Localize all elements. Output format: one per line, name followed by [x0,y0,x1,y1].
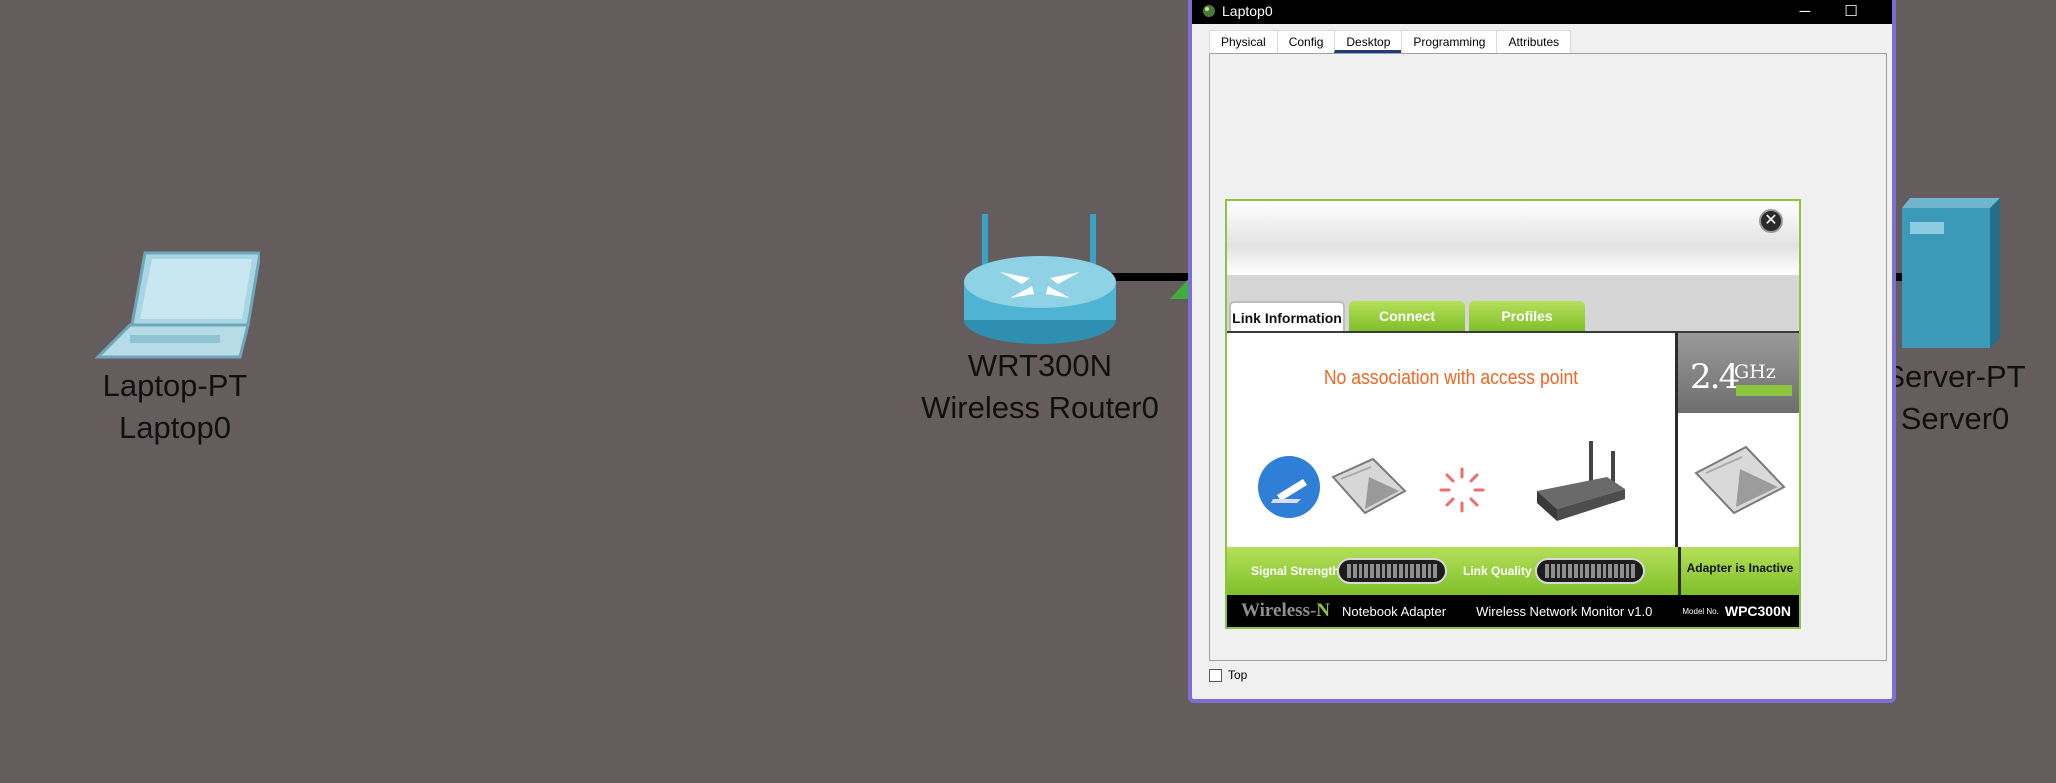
pc-card-icon [1331,457,1407,515]
device-type-label: WRT300N [967,348,1113,383]
brand-prefix: Wireless- [1241,600,1317,621]
adapter-status: Adapter is Inactive [1678,547,1799,595]
tab-config[interactable]: Config [1276,30,1336,53]
monitor-close-button[interactable]: ✕ [1759,209,1783,233]
adapter-card-icon [1694,445,1786,515]
window-tabs: Physical Config Desktop Programming Attr… [1209,30,1572,53]
app-icon [1203,5,1215,17]
top-checkbox[interactable]: Top [1209,668,1247,682]
window-title: Laptop0 [1222,3,1273,19]
top-checkbox-label: Top [1228,668,1248,682]
laptop-icon [94,251,260,359]
link-quality-label: Link Quality [1463,564,1532,578]
checkbox-box[interactable] [1209,668,1222,682]
device-name-label: Server0 [1900,401,2010,436]
brand-suffix: N [1316,600,1331,621]
device-window: Laptop0 ─ ☐ ✕ Physical Config Desktop Pr… [1188,0,1896,703]
device-type-label: Laptop-PT [102,368,248,403]
wireless-monitor: ✕ Link Information Connect Profiles No a… [1225,199,1801,629]
server-device[interactable]: Server-PT Server0 [1880,356,2030,440]
minimize-button[interactable]: ─ [1782,0,1828,24]
server-icon [1902,198,2000,348]
band-panel: 2.4 GHz [1675,331,1799,547]
tab-attributes[interactable]: Attributes [1496,30,1572,53]
close-button[interactable]: ✕ [1874,0,1892,24]
router-icon [964,214,1116,344]
band-value: 2.4 [1690,357,1740,397]
model-number: WPC300N [1724,603,1791,619]
maximize-button[interactable]: ☐ [1828,0,1874,24]
link-quality-meter [1535,558,1645,584]
tab-physical[interactable]: Physical [1209,30,1278,53]
product-name: Notebook Adapter [1342,603,1447,619]
tab-connect[interactable]: Connect [1349,301,1465,331]
laptop-device[interactable]: Laptop-PT Laptop0 [85,245,265,449]
signal-strength-meter [1337,558,1447,584]
band-unit: GHz [1734,361,1776,383]
signal-strength-label: Signal Strength [1251,564,1340,578]
monitor-header [1227,201,1799,275]
tab-profiles[interactable]: Profiles [1469,301,1585,331]
laptop-circle-icon [1258,456,1320,518]
tab-link-information[interactable]: Link Information [1229,301,1345,331]
app-name: Wireless Network Monitor v1.0 [1476,603,1653,619]
tab-programming[interactable]: Programming [1401,30,1498,53]
band-bar [1736,385,1792,396]
desktop-panel: ✕ Link Information Connect Profiles No a… [1209,53,1887,661]
access-point-icon [1537,441,1625,521]
device-name-label: Wireless Router0 [921,390,1159,425]
router-device[interactable]: WRT300N Wireless Router0 [905,210,1175,429]
association-status: No association with access point [1323,367,1579,389]
band-indicator: 2.4 GHz [1678,333,1799,413]
monitor-footer: Wireless-N Notebook Adapter Wireless Net… [1227,595,1799,627]
connecting-spinner-icon [1439,467,1485,513]
device-type-label: Server-PT [1884,359,2026,394]
brand-logo: Wireless-N [1241,600,1330,622]
window-titlebar[interactable]: Laptop0 ─ ☐ ✕ [1192,0,1892,24]
model-label: Model No. [1682,606,1719,616]
device-name-label: Laptop0 [118,410,232,445]
tab-desktop[interactable]: Desktop [1334,30,1403,53]
link-info-area: No association with access point [1227,331,1675,547]
